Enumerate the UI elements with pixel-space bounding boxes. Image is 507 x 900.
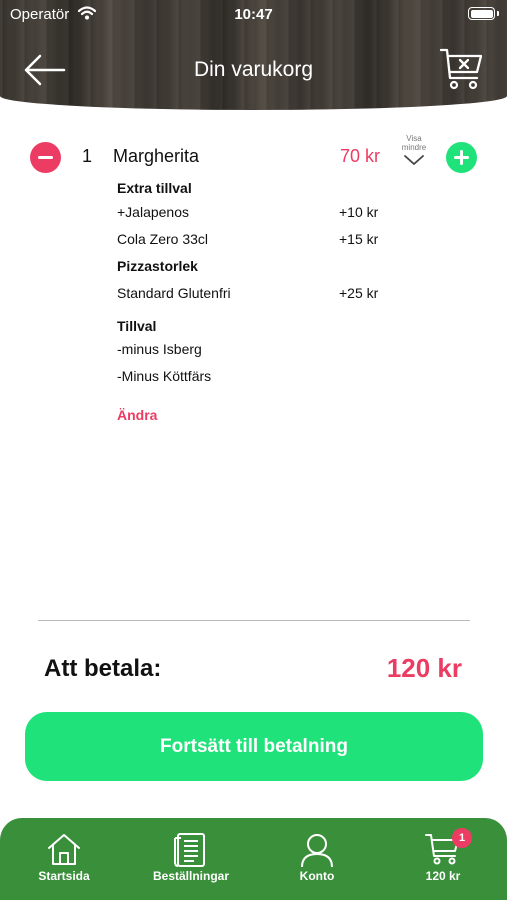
increase-quantity-button[interactable] [446, 142, 477, 173]
clear-cart-button[interactable] [439, 46, 485, 92]
size-option-price: +25 kr [339, 285, 379, 301]
tab-label: Beställningar [152, 869, 230, 883]
option-item: -Minus Köttfärs [117, 368, 212, 384]
tab-bar: Startsida Beställningar Konto 1 120 kr [0, 818, 507, 900]
option-item: -minus Isberg [117, 341, 202, 357]
options-heading: Tillval [117, 318, 157, 334]
extra-option-name: Cola Zero 33cl [117, 231, 209, 247]
tab-label: 120 kr [425, 869, 461, 883]
house-icon [48, 834, 80, 865]
item-name: Margherita [113, 146, 200, 166]
total-label: Att betala: [44, 655, 162, 682]
show-less-label-2: mindre [401, 143, 427, 152]
cart-clear-icon [439, 48, 483, 90]
tab-cart[interactable]: 1 120 kr [388, 818, 498, 900]
header: Operatör 10:47 Din varukorg [0, 0, 507, 110]
user-icon [301, 834, 333, 868]
edit-item-link[interactable]: Ändra [117, 407, 157, 423]
divider [38, 620, 470, 621]
extra-option-name: +Jalapenos [117, 204, 190, 220]
size-heading: Pizzastorlek [117, 258, 198, 274]
extra-heading: Extra tillval [117, 180, 192, 196]
show-less-label-1: Visa [406, 134, 422, 143]
tab-home[interactable]: Startsida [9, 818, 119, 900]
battery-icon [468, 7, 499, 20]
extra-option-price: +10 kr [339, 204, 379, 220]
show-less-toggle[interactable]: Visa mindre [396, 134, 432, 174]
decrease-quantity-button[interactable] [30, 142, 61, 173]
total-value: 120 kr [386, 653, 462, 683]
tab-orders[interactable]: Beställningar [136, 818, 246, 900]
tab-account[interactable]: Konto [262, 818, 372, 900]
item-price: 70 kr [340, 146, 381, 166]
tab-label: Startsida [38, 869, 90, 883]
item-quantity: 1 [82, 146, 93, 166]
checkout-button[interactable]: Fortsätt till betalning [25, 712, 483, 781]
size-option-name: Standard Glutenfri [117, 285, 231, 301]
receipt-icon [174, 833, 205, 867]
chevron-down-icon [404, 155, 424, 165]
clock: 10:47 [234, 6, 273, 23]
tab-label: Konto [299, 869, 335, 883]
cart-item-row: 1 Margherita 70 kr Visa mindre [30, 134, 480, 176]
extra-option-price: +15 kr [339, 231, 379, 247]
cart-count-badge: 1 [452, 828, 472, 848]
status-bar: Operatör 10:47 [0, 0, 507, 30]
page-title: Din varukorg [193, 58, 314, 81]
